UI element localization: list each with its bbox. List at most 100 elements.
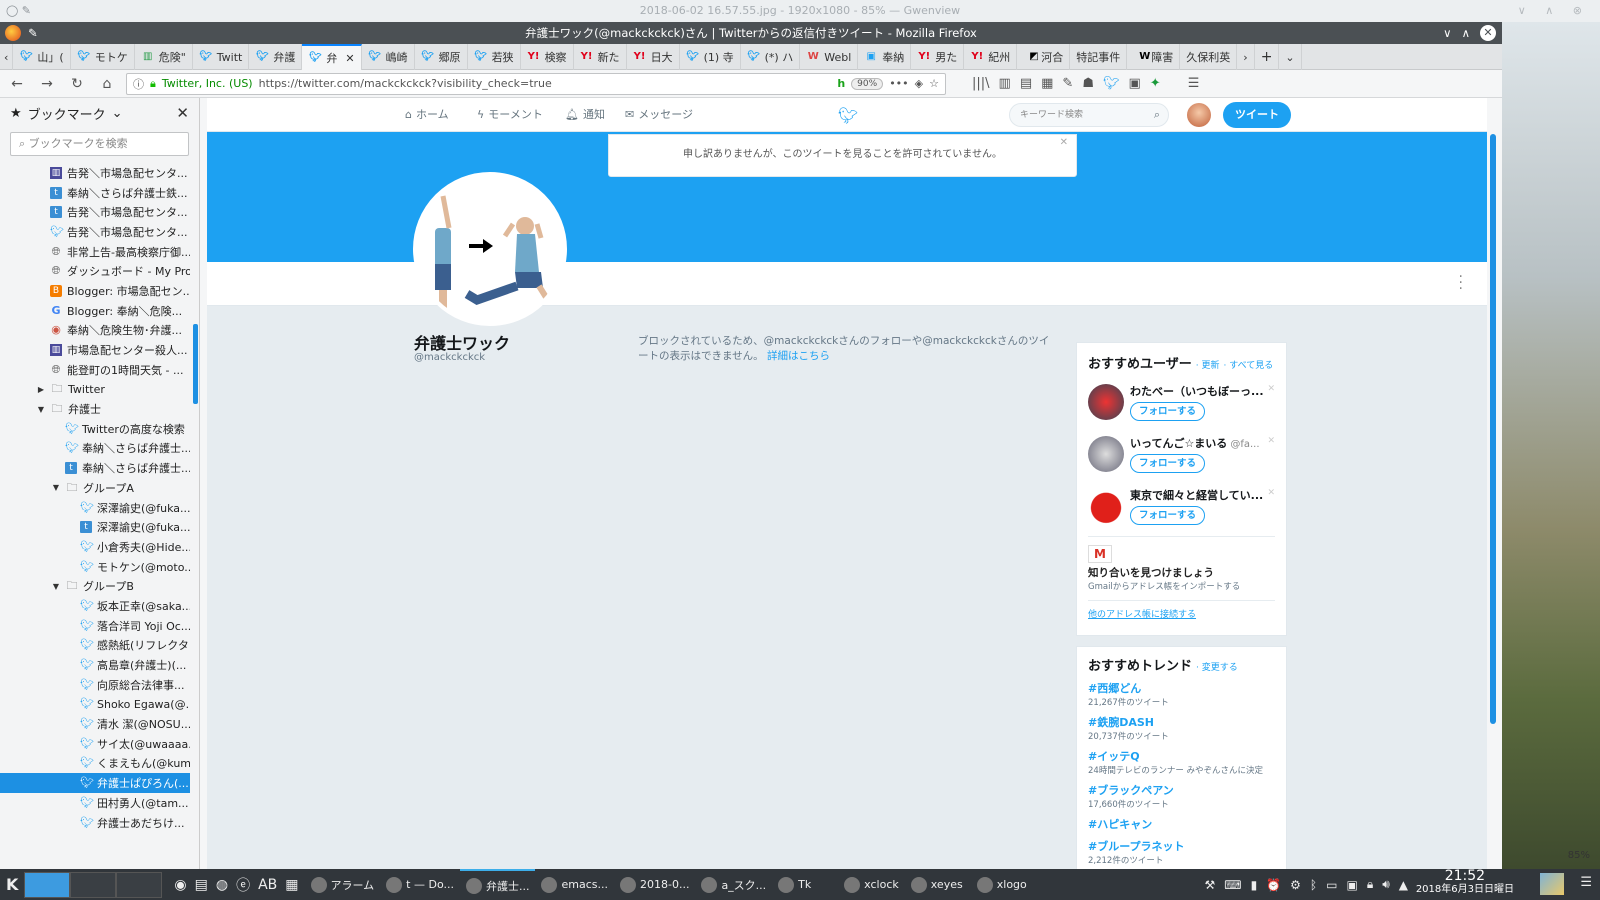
- bookmark-item[interactable]: 🐦︎ モトケン(@moto...: [0, 557, 190, 577]
- minimize-icon[interactable]: ∨: [1443, 22, 1451, 44]
- more-options-icon[interactable]: · · ·: [1459, 270, 1463, 296]
- browser-tab[interactable]: W Webl: [800, 44, 859, 70]
- extension-h-icon[interactable]: h: [837, 77, 845, 90]
- nav-messages[interactable]: ✉ メッセージ: [625, 98, 693, 132]
- browser-tab[interactable]: 🐦︎ Twitt: [193, 44, 250, 70]
- browser-tab[interactable]: 久保利英: [1180, 44, 1238, 70]
- bookmark-item[interactable]: 🐦︎ 田村勇人(@tam...: [0, 793, 190, 813]
- taskbar-window-item[interactable]: 弁護士...: [459, 869, 536, 900]
- twitter-logo-icon[interactable]: 🐦︎: [838, 106, 858, 125]
- bookmark-item[interactable]: 🌐︎ 能登町の1時間天気 - ...: [0, 360, 190, 380]
- launcher-firefox-icon[interactable]: ◉: [174, 877, 186, 893]
- bookmark-item[interactable]: 🐦︎ 向原総合法律事...: [0, 675, 190, 695]
- browser-tab[interactable]: ▣ 奉納: [858, 44, 912, 70]
- bookmark-item[interactable]: t 告発＼市場急配センタ...: [0, 202, 190, 222]
- tray-display-icon[interactable]: ▭: [1326, 878, 1337, 892]
- follow-button[interactable]: フォローする: [1130, 506, 1206, 525]
- tray-bluetooth-icon[interactable]: ᛒ: [1310, 878, 1317, 892]
- view-all-link[interactable]: · すべて見る: [1223, 358, 1273, 371]
- find-friends-title[interactable]: 知り合いを見つけましょう: [1088, 565, 1275, 580]
- suggested-user-avatar[interactable]: [1088, 384, 1124, 420]
- library-icon[interactable]: |||\: [972, 76, 990, 91]
- browser-tab[interactable]: 🐦︎ 弁護: [249, 44, 303, 70]
- extension-grid-icon[interactable]: ▦: [1041, 76, 1053, 91]
- sidebar-scrollbar[interactable]: [193, 324, 198, 404]
- new-tab-icon[interactable]: +: [1255, 44, 1280, 70]
- browser-tab[interactable]: Y! 新た: [574, 44, 627, 70]
- browser-tab[interactable]: 🐦︎ 若狭: [468, 44, 521, 70]
- maximize-icon[interactable]: ∧: [1462, 22, 1470, 44]
- tray-volume-icon[interactable]: 🔊︎: [1382, 877, 1390, 892]
- launcher-document-icon[interactable]: ▤: [195, 877, 208, 893]
- launcher-icons[interactable]: ◉ ▤ ◍ ⓔ AB ▦: [168, 869, 304, 900]
- trend-item[interactable]: #ハピキャン: [1088, 816, 1275, 832]
- sidebar-title[interactable]: ブックマーク: [28, 104, 106, 123]
- bookmark-item[interactable]: 🐦︎ 小倉秀夫(@Hide...: [0, 537, 190, 557]
- follow-button[interactable]: フォローする: [1130, 402, 1206, 421]
- browser-tab[interactable]: 🐦︎ (1) 寺: [680, 44, 741, 70]
- bookmark-item[interactable]: ▥ 市場急配センター殺人...: [0, 340, 190, 360]
- launcher-emacs-icon[interactable]: ⓔ: [236, 875, 250, 895]
- bookmark-item[interactable]: 🐦︎ 告発＼市場急配センタ...: [0, 222, 190, 242]
- dismiss-user-icon[interactable]: ✕: [1267, 436, 1275, 446]
- suggested-user-name[interactable]: わたべー（いつもぼーっ...: [1130, 383, 1280, 399]
- browser-tab[interactable]: 🐦︎ 山」(: [13, 44, 71, 70]
- extension-evernote-icon[interactable]: ☗: [1082, 76, 1094, 91]
- bookmark-item[interactable]: ▥ 告発＼市場急配センタ...: [0, 163, 190, 183]
- tray-tool-icon[interactable]: ⚒: [1205, 878, 1216, 892]
- taskbar-window-item[interactable]: a_スク...: [695, 869, 772, 900]
- follow-button[interactable]: フォローする: [1130, 454, 1206, 473]
- bookmark-item[interactable]: t 奉納＼さらば弁護士鉄...: [0, 183, 190, 203]
- bookmark-item[interactable]: 🐦︎ 深澤諭史(@fuka...: [0, 498, 190, 518]
- taskbar-window-item[interactable]: t — Do...: [380, 869, 460, 900]
- bookmark-item[interactable]: 🐦︎ 落合洋司 Yoji Oc...: [0, 616, 190, 636]
- dismiss-user-icon[interactable]: ✕: [1267, 488, 1275, 498]
- taskbar-window-item[interactable]: アラーム: [305, 869, 381, 900]
- bookmark-item[interactable]: 🐦︎くまえもん(@kum...: [0, 754, 190, 774]
- profile-handle[interactable]: @mackckckck: [414, 352, 485, 363]
- sidebar-toggle-icon[interactable]: ▥: [999, 76, 1011, 91]
- bookmark-item[interactable]: 🐦︎ 奉納＼さらば弁護士...: [0, 439, 190, 459]
- suggested-user-avatar[interactable]: [1088, 488, 1124, 524]
- bookmark-item[interactable]: 🐦︎ 弁護士あだちけ...: [0, 813, 190, 833]
- browser-tab[interactable]: 特記事件: [1070, 44, 1128, 70]
- trend-item[interactable]: #ブループラネット 2,212件のツイート: [1088, 838, 1275, 866]
- taskbar-window-item[interactable]: Tk: [772, 869, 838, 900]
- launcher-ab-icon[interactable]: AB: [258, 877, 277, 893]
- browser-tab[interactable]: Y! 日大: [627, 44, 680, 70]
- taskbar-menu-icon[interactable]: ☰: [1580, 875, 1592, 890]
- user-avatar[interactable]: [1187, 103, 1211, 127]
- browser-tab[interactable]: 🐦︎ モトケ: [71, 44, 135, 70]
- pocket-icon[interactable]: ◈: [915, 77, 923, 90]
- suggested-user-name[interactable]: いってんご☆まいる @fa...: [1130, 435, 1280, 451]
- blocked-learn-more-link[interactable]: 詳細はこちら: [767, 350, 830, 362]
- extension-pen-icon[interactable]: ✎: [1062, 76, 1073, 91]
- nav-home[interactable]: ⌂ ホーム: [405, 98, 449, 132]
- magnifier-icon[interactable]: ⌕: [1154, 104, 1160, 126]
- kde-menu-icon[interactable]: K: [0, 869, 24, 900]
- taskbar-window-item[interactable]: xlogo: [971, 869, 1037, 900]
- launcher-terminal-icon[interactable]: ▦: [285, 877, 298, 893]
- bookmark-folder[interactable]: ▶ 🗀 Twitter: [0, 380, 190, 400]
- tray-keyboard-icon[interactable]: ⌨: [1224, 878, 1241, 892]
- bookmark-search-input[interactable]: ⌕ ブックマークを検索: [10, 132, 189, 156]
- bookmark-item[interactable]: 🐦︎ 清水 潔(@NOSU...: [0, 714, 190, 734]
- tab-list-icon[interactable]: ⌄: [1279, 44, 1302, 70]
- browser-tab[interactable]: Y! 検察: [521, 44, 574, 70]
- pager-desktop-2[interactable]: [70, 871, 117, 898]
- suggested-user-avatar[interactable]: [1088, 436, 1124, 472]
- taskbar-window-item[interactable]: emacs...: [535, 869, 614, 900]
- forward-icon[interactable]: →: [36, 73, 58, 95]
- nav-notifications[interactable]: 🔔︎ 通知: [565, 98, 605, 132]
- extension-green-icon[interactable]: ✦: [1150, 76, 1161, 91]
- browser-tab[interactable]: W 障害: [1127, 44, 1181, 70]
- trend-name[interactable]: #ブループラネット: [1088, 838, 1275, 854]
- bookmark-item[interactable]: 🐦︎ 感熱紙(リフレクタ...: [0, 636, 190, 656]
- taskbar-window-item[interactable]: xclock: [838, 869, 905, 900]
- bookmark-folder[interactable]: ▼ 🗀 弁護士: [0, 399, 190, 419]
- bookmark-item[interactable]: 🐦︎ サイ太(@uwaaaa...: [0, 734, 190, 754]
- change-trends-link[interactable]: · 変更する: [1196, 660, 1238, 673]
- dismiss-user-icon[interactable]: ✕: [1267, 384, 1275, 394]
- page-actions-icon[interactable]: •••: [889, 77, 908, 90]
- url-text[interactable]: https://twitter.com/mackckckck?visibilit…: [259, 77, 832, 90]
